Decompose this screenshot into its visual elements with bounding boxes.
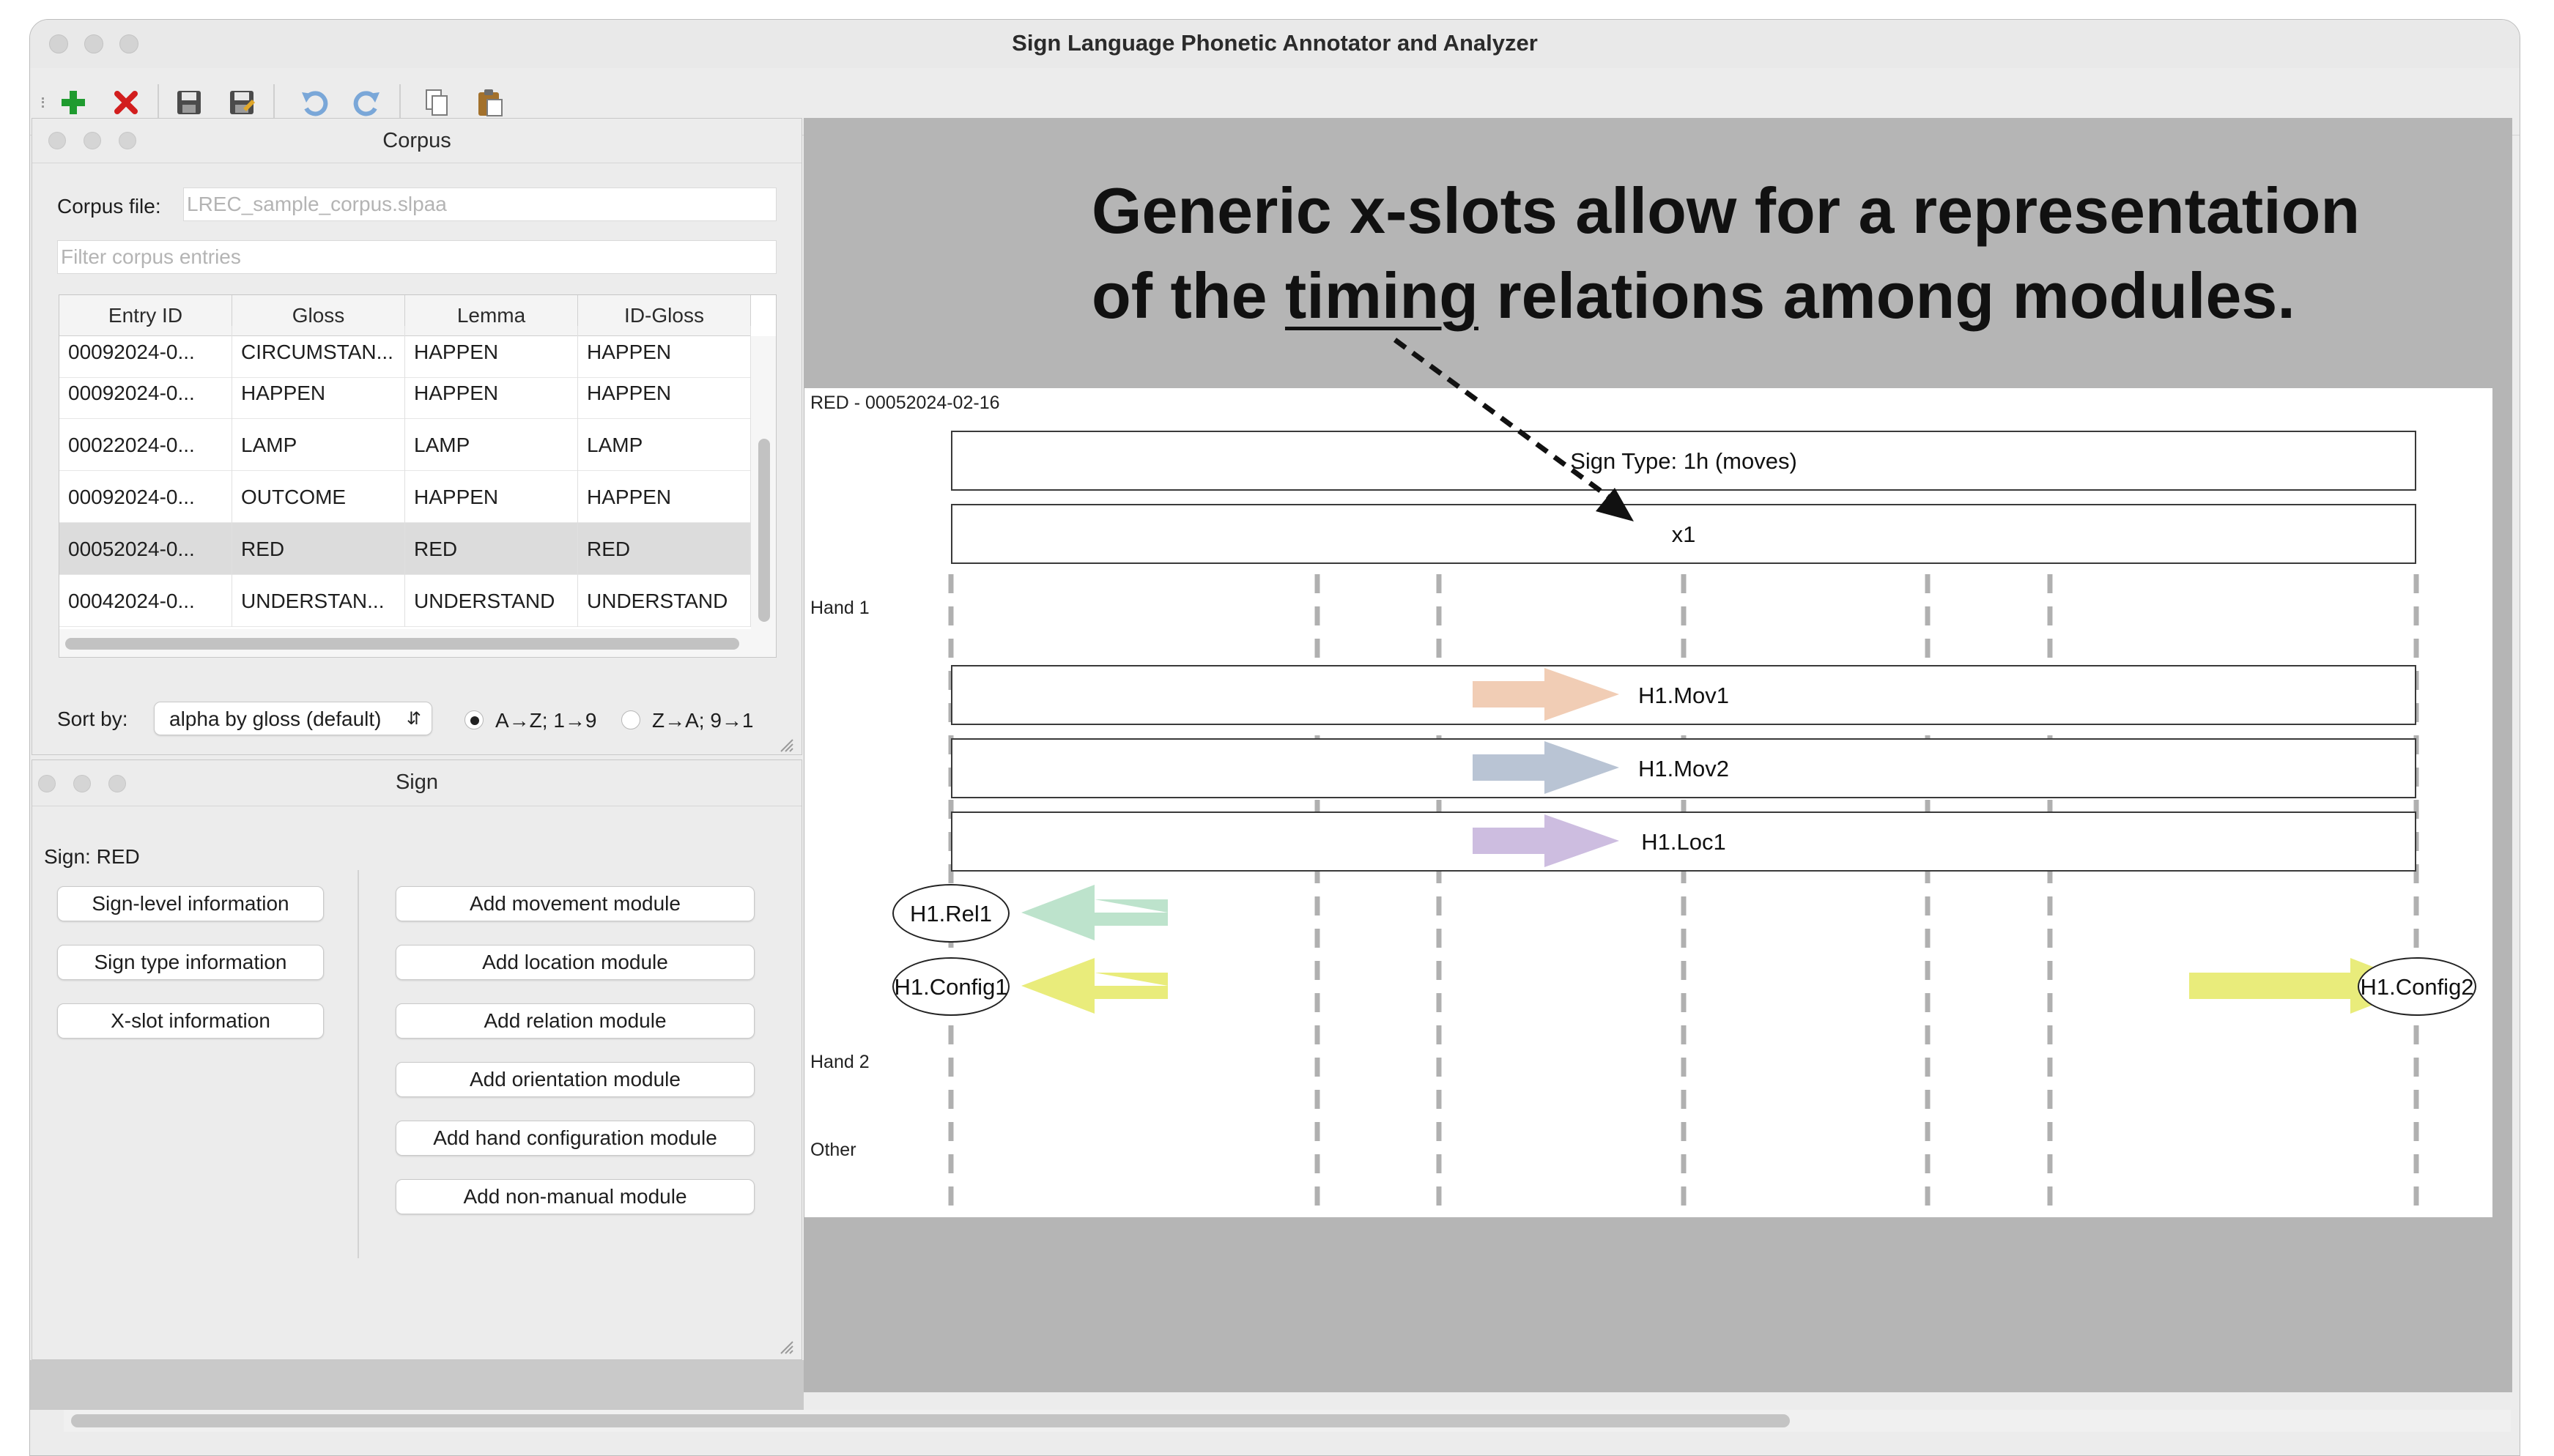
annotation-pointer-arrow	[1393, 338, 1634, 521]
